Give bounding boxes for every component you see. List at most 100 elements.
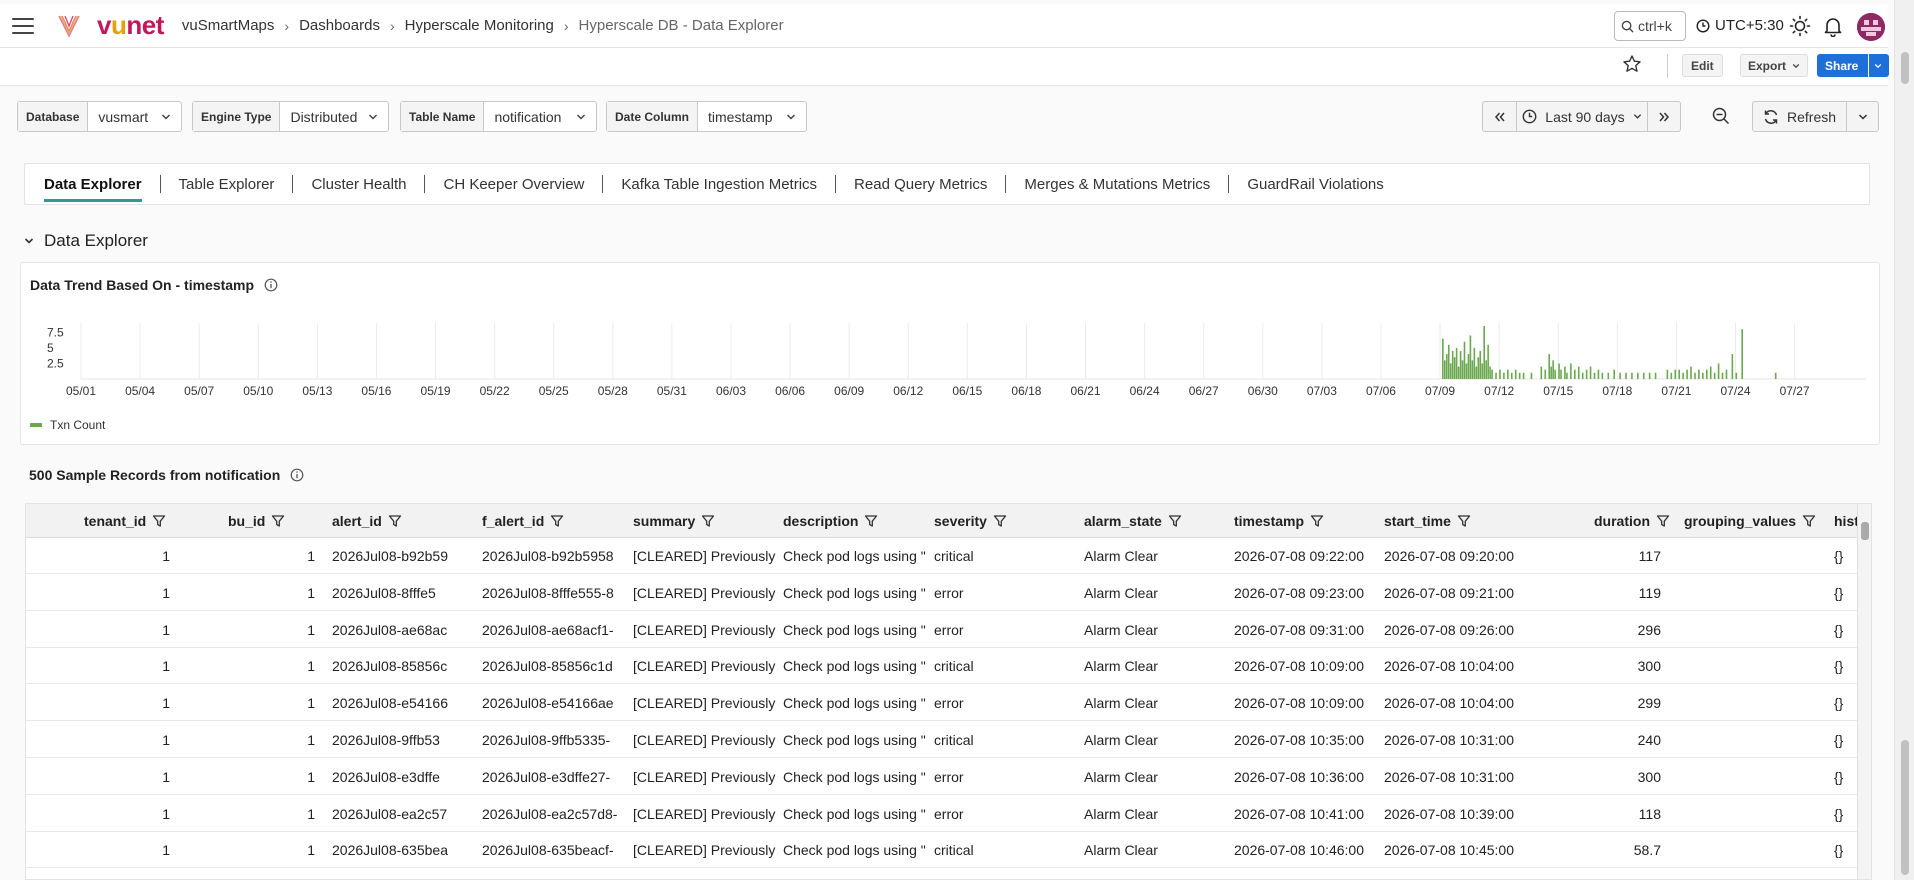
tab-cluster-health[interactable]: Cluster Health <box>311 163 406 205</box>
cell-f-alert-id: 2026Jul08-9ffb5335- <box>482 732 611 748</box>
chart-bar <box>1613 369 1615 379</box>
section-header[interactable]: Data Explorer <box>24 231 148 251</box>
column-header-alarm-state[interactable]: alarm_state <box>1084 504 1182 538</box>
chart-bar <box>1495 372 1497 379</box>
info-icon[interactable] <box>264 278 278 292</box>
avatar-icon <box>1857 13 1885 41</box>
breadcrumb-hyperscale-monitoring[interactable]: Hyperscale Monitoring <box>405 17 554 34</box>
refresh-button[interactable]: Refresh <box>1753 102 1848 131</box>
filter-funnel-icon[interactable] <box>1168 514 1182 528</box>
column-header-label: alert_id <box>332 513 382 529</box>
table-row[interactable]: 1 1 2026Jul08-8fffe5 2026Jul08-8fffe555-8 [C… <box>26 574 1871 611</box>
export-button[interactable]: Export <box>1740 54 1808 77</box>
cell-description: Check pod logs using " <box>783 658 926 675</box>
table-row[interactable]: 1 1 2026Jul08-e54166 2026Jul08-e54166ae [CLE… <box>26 685 1871 722</box>
filter-value: vusmart <box>98 108 149 125</box>
timezone-selector[interactable]: UTC+5:30 <box>1696 17 1784 34</box>
date-column-select[interactable]: timestamp <box>698 102 806 131</box>
tab-kafka-table-ingestion-metrics[interactable]: Kafka Table Ingestion Metrics <box>621 163 817 205</box>
column-header-alert-id[interactable]: alert_id <box>332 504 402 538</box>
tab-data-explorer[interactable]: Data Explorer <box>44 163 142 205</box>
filter-funnel-icon[interactable] <box>388 514 402 528</box>
x-tick-label: 06/03 <box>716 384 746 398</box>
filter-funnel-icon[interactable] <box>1457 514 1471 528</box>
menu-icon[interactable] <box>12 17 34 34</box>
theme-toggle-sun-icon[interactable] <box>1789 15 1811 37</box>
table-row[interactable]: 1 1 2026Jul08-ae68ac 2026Jul08-ae68acf1- [CL… <box>26 611 1871 648</box>
filter-funnel-icon[interactable] <box>271 514 285 528</box>
page-scrollbar-track[interactable] <box>1901 740 1909 875</box>
share-button[interactable]: Share <box>1817 54 1889 77</box>
table-row[interactable]: 1 1 2026Jul08-85856c 2026Jul08-85856c1d [CLE… <box>26 648 1871 685</box>
tab-guardrail-violations[interactable]: GuardRail Violations <box>1247 163 1383 205</box>
filter-funnel-icon[interactable] <box>1310 514 1324 528</box>
chart-legend[interactable]: Txn Count <box>30 418 105 432</box>
filter-funnel-icon[interactable] <box>701 514 715 528</box>
logo[interactable]: vunet <box>57 10 164 41</box>
table-name-filter[interactable]: Table Name notification <box>400 101 597 132</box>
user-avatar[interactable] <box>1857 13 1885 41</box>
date-column-filter[interactable]: Date Column timestamp <box>606 101 807 132</box>
breadcrumb-dashboards[interactable]: Dashboards <box>299 17 380 34</box>
column-header-timestamp[interactable]: timestamp <box>1234 504 1324 538</box>
cell-alert-id: 2026Jul08-e3dffe <box>332 768 440 785</box>
column-header-severity[interactable]: severity <box>934 504 1007 538</box>
table-row[interactable] <box>26 869 1871 879</box>
table-row[interactable]: 1 1 2026Jul08-9ffb53 2026Jul08-9ffb5335- [CL… <box>26 722 1871 758</box>
share-dropdown-toggle[interactable] <box>1869 62 1887 70</box>
global-search-button[interactable]: ctrl+k <box>1614 11 1686 41</box>
zoom-out-icon[interactable] <box>1712 107 1730 125</box>
notification-bell-icon[interactable] <box>1822 15 1844 37</box>
page-scrollbar[interactable] <box>1894 0 1914 880</box>
chart-bar <box>1457 366 1460 379</box>
cell-alarm-state: Alarm Clear <box>1084 548 1158 564</box>
tab-merges-mutations-metrics[interactable]: Merges & Mutations Metrics <box>1024 163 1210 205</box>
column-header-tenant-id[interactable]: tenant_id <box>84 504 166 538</box>
column-header-description[interactable]: description <box>783 504 878 538</box>
filter-funnel-icon[interactable] <box>864 514 878 528</box>
table-row[interactable]: 1 1 2026Jul08-e3dffe 2026Jul08-e3dffe27- [CL… <box>26 758 1871 795</box>
cell-alert-id: 2026Jul08-8fffe5 <box>332 584 436 601</box>
database-filter[interactable]: Database vusmart <box>17 101 182 132</box>
refresh-interval-dropdown[interactable] <box>1847 112 1878 122</box>
time-range-select[interactable]: Last 90 days <box>1517 102 1648 131</box>
table-row[interactable]: 1 1 2026Jul08-635bea 2026Jul08-635beacf- [CL… <box>26 832 1871 869</box>
edit-button[interactable]: Edit <box>1682 54 1723 77</box>
cell-bu-id: 1 <box>307 584 315 601</box>
column-header-grouping-values[interactable]: grouping_values <box>1684 504 1816 538</box>
x-tick-label: 05/19 <box>421 384 451 398</box>
share-button-label: Share <box>1817 54 1870 77</box>
info-icon[interactable] <box>290 468 304 482</box>
filter-funnel-icon[interactable] <box>1656 514 1670 528</box>
tab-read-query-metrics[interactable]: Read Query Metrics <box>854 163 987 205</box>
table-row[interactable]: 1 1 2026Jul08-ea2c57 2026Jul08-ea2c57d8- [CL… <box>26 795 1871 832</box>
filter-funnel-icon[interactable] <box>993 514 1007 528</box>
chart-bar <box>1597 369 1600 379</box>
column-header-duration[interactable]: duration <box>1594 504 1670 538</box>
column-header-f-alert-id[interactable]: f_alert_id <box>482 504 564 538</box>
tab-ch-keeper-overview[interactable]: CH Keeper Overview <box>443 163 584 205</box>
table-row[interactable]: 1 1 2026Jul08-b92b59 2026Jul08-b92b5958 [CLE… <box>26 538 1871 574</box>
table-scrollbar[interactable] <box>1857 504 1871 879</box>
page-scrollbar-thumb[interactable] <box>1901 52 1909 84</box>
breadcrumb-vusmartmaps[interactable]: vuSmartMaps <box>182 17 275 34</box>
time-shift-forward-button[interactable] <box>1648 102 1680 131</box>
database-select[interactable]: vusmart <box>88 102 181 131</box>
engine-type-filter[interactable]: Engine Type Distributed <box>192 101 389 132</box>
filter-funnel-icon[interactable] <box>550 514 564 528</box>
column-header-bu-id[interactable]: bu_id <box>228 504 285 538</box>
filter-funnel-icon[interactable] <box>1802 514 1816 528</box>
column-header-start-time[interactable]: start_time <box>1384 504 1471 538</box>
tab-table-explorer[interactable]: Table Explorer <box>179 163 275 205</box>
cell-severity: error <box>934 621 964 638</box>
engine-type-select[interactable]: Distributed <box>280 102 388 131</box>
favorite-star-icon[interactable] <box>1622 54 1642 74</box>
column-header-hist[interactable]: hist <box>1834 504 1859 538</box>
column-header-summary[interactable]: summary <box>633 504 715 538</box>
time-shift-back-button[interactable] <box>1483 102 1517 131</box>
table-name-select[interactable]: notification <box>484 102 596 131</box>
table-scrollbar-thumb[interactable] <box>1861 522 1869 540</box>
cell-severity: critical <box>934 548 974 564</box>
chevron-down-icon <box>1792 63 1800 68</box>
filter-funnel-icon[interactable] <box>152 514 166 528</box>
